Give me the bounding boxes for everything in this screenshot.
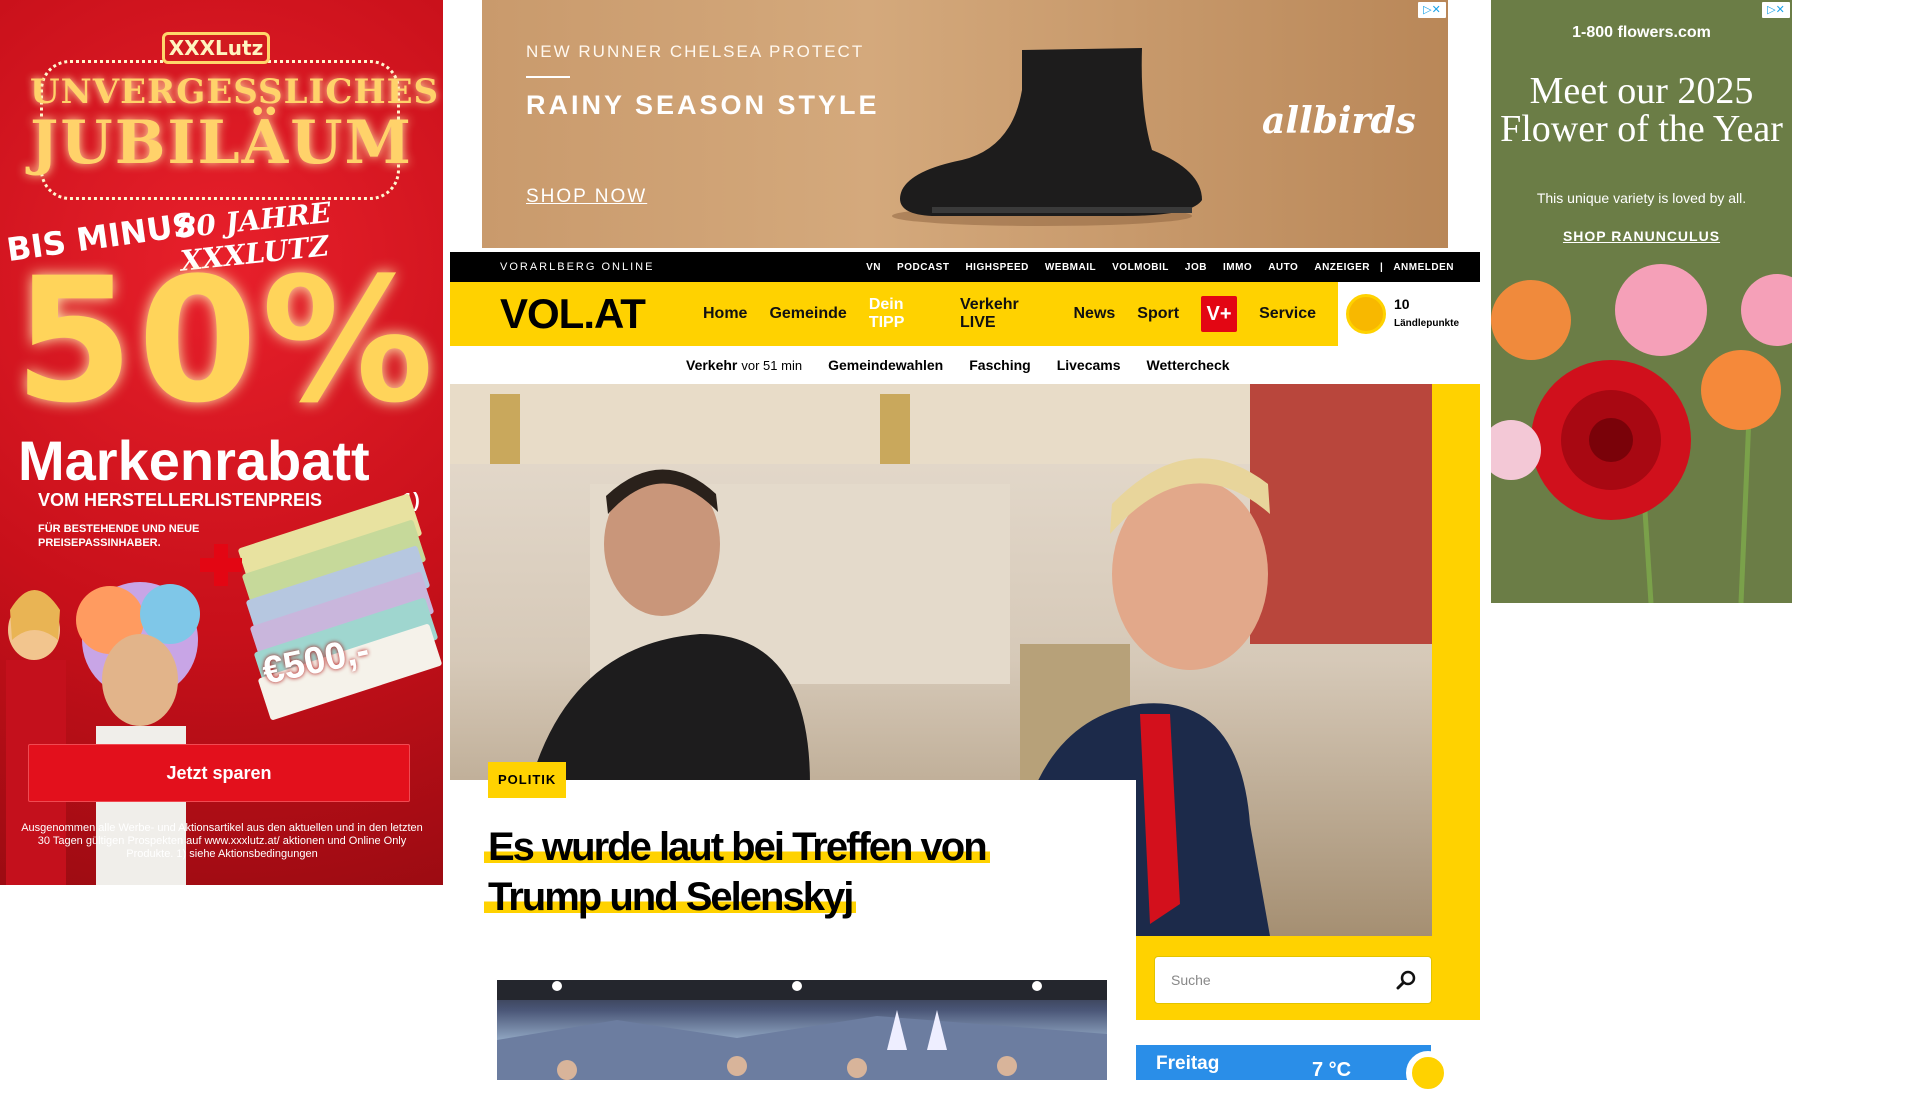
top-links: VN PODCAST HIGHSPEED WEBMAIL VOLMOBIL JO…	[850, 252, 1454, 282]
nav-home[interactable]: Home	[703, 305, 747, 323]
subnav-verkehr[interactable]: Verkehr vor 51 min	[686, 357, 802, 373]
ad-headline-line1: UNVERGESSLICHES	[30, 72, 440, 112]
login-link[interactable]: ANMELDEN	[1393, 262, 1454, 273]
jetzt-sparen-button[interactable]: Jetzt sparen	[28, 744, 410, 802]
nav-service[interactable]: Service	[1259, 305, 1316, 323]
ad-eyebrow: NEW RUNNER CHELSEA PROTECT	[526, 42, 865, 61]
top-link-podcast[interactable]: PODCAST	[897, 262, 949, 273]
right-ad-banner[interactable]: 1-800 flowers.com Meet our 2025 Flower o…	[1491, 0, 1792, 603]
ad-markenrabatt: Markenrabatt	[18, 429, 370, 492]
lead-article-card[interactable]: POLITIK Es wurde laut bei Treffen von Tr…	[450, 762, 1136, 980]
top-link-auto[interactable]: AUTO	[1268, 262, 1298, 273]
boot-image	[892, 48, 1202, 226]
adchoices-icon[interactable]: ▷✕	[1418, 2, 1446, 18]
top-link-webmail[interactable]: WEBMAIL	[1045, 262, 1096, 273]
nav-gemeinde[interactable]: Gemeinde	[769, 305, 846, 323]
points-label: Ländlepunkte	[1394, 318, 1460, 329]
vplus-badge: V+	[1201, 296, 1238, 332]
subnav-fasching[interactable]: Fasching	[969, 357, 1030, 373]
ad-subline: This unique variety is loved by all.	[1536, 190, 1747, 206]
vol-logo[interactable]: VOL.AT	[500, 290, 646, 338]
voucher-stack	[230, 493, 443, 721]
left-ad-banner[interactable]: XXXLutz UNVERGESSLICHES JUBILÄUM 80 JAHR…	[0, 0, 443, 885]
search-input[interactable]	[1171, 957, 1371, 1003]
subnav-livecams[interactable]: Livecams	[1057, 357, 1121, 373]
ad-fine-print: Ausgenommen alle Werbe- und Aktionsartik…	[21, 822, 423, 860]
ad-vom: VOM HERSTELLERLISTENPREIS	[38, 490, 323, 510]
points-mountain-icon	[1346, 294, 1386, 334]
subnav-verkehr-time: vor 51 min	[741, 358, 803, 373]
article-title[interactable]: Es wurde laut bei Treffen von Trump und …	[484, 822, 1104, 922]
sub-nav: Verkehr vor 51 min Gemeindewahlen Faschin…	[450, 346, 1480, 384]
nav-vplus[interactable]: V+	[1201, 296, 1238, 332]
shop-now-link[interactable]: SHOP NOW	[526, 186, 647, 208]
weather-day: Freitag	[1156, 1053, 1220, 1074]
article-kicker[interactable]: POLITIK	[488, 762, 567, 798]
nav-verkehr-live[interactable]: Verkehr LIVE	[960, 296, 1051, 332]
shop-ranunculus-link[interactable]: SHOP RANUNCULUS	[1491, 228, 1792, 244]
top-link-volmobil[interactable]: VOLMOBIL	[1112, 262, 1169, 273]
ad-headline: RAINY SEASON STYLE	[526, 90, 880, 120]
main-nav: VOL.AT Home Gemeinde Dein TIPP Verkehr L…	[450, 282, 1338, 346]
article-title-text: Es wurde laut bei Treffen von Trump und …	[484, 825, 990, 919]
nav-dein-tipp[interactable]: Dein TIPP	[869, 296, 938, 332]
flowers-image	[1491, 264, 1792, 603]
search-icon[interactable]	[1395, 969, 1417, 991]
subnav-gemeindewahlen[interactable]: Gemeindewahlen	[828, 357, 943, 373]
top-link-anzeiger[interactable]: ANZEIGER	[1314, 262, 1370, 273]
main-nav-items: Home Gemeinde Dein TIPP Verkehr LIVE New…	[703, 282, 1338, 346]
top-link-job[interactable]: JOB	[1185, 262, 1207, 273]
ad-headline-line2: JUBILÄUM	[30, 108, 413, 178]
second-article-image[interactable]	[497, 980, 1107, 1080]
weather-temp: 7 °C	[1312, 1059, 1352, 1081]
nav-sport[interactable]: Sport	[1137, 305, 1179, 323]
hero-side-strip	[1432, 384, 1480, 1020]
subnav-wettercheck[interactable]: Wettercheck	[1147, 357, 1230, 373]
ad-percent: 50%	[14, 240, 438, 441]
laendlepunkte-widget[interactable]: 10 Ländlepunkte	[1338, 282, 1480, 346]
sun-icon	[1406, 1051, 1450, 1095]
flowers-logo: 1-800 flowers.com	[1572, 24, 1711, 41]
site-name: VORARLBERG ONLINE	[500, 261, 655, 273]
sub-nav-items: Verkehr vor 51 min Gemeindewahlen Faschin…	[686, 346, 1256, 384]
allbirds-logo: allbirds	[1262, 100, 1416, 142]
search-box[interactable]	[1154, 956, 1432, 1004]
top-link-separator: |	[1380, 261, 1384, 273]
points-value: 10	[1394, 296, 1410, 312]
top-link-highspeed[interactable]: HIGHSPEED	[965, 262, 1028, 273]
top-link-immo[interactable]: IMMO	[1223, 262, 1252, 273]
subnav-verkehr-label: Verkehr	[686, 357, 738, 373]
top-bar: VORARLBERG ONLINE VN PODCAST HIGHSPEED W…	[450, 252, 1480, 282]
weather-widget[interactable]: Freitag 7 °C	[1136, 1045, 1450, 1095]
top-ad-banner[interactable]: NEW RUNNER CHELSEA PROTECT RAINY SEASON …	[482, 0, 1448, 248]
ad-rule	[526, 76, 570, 78]
adchoices-icon[interactable]: ▷✕	[1762, 2, 1790, 18]
top-link-vn[interactable]: VN	[866, 262, 881, 273]
xxxlutz-logo: XXXLutz	[162, 32, 270, 64]
ad-headline: Meet our 2025 Flower of the Year	[1500, 70, 1783, 150]
nav-news[interactable]: News	[1073, 305, 1115, 323]
